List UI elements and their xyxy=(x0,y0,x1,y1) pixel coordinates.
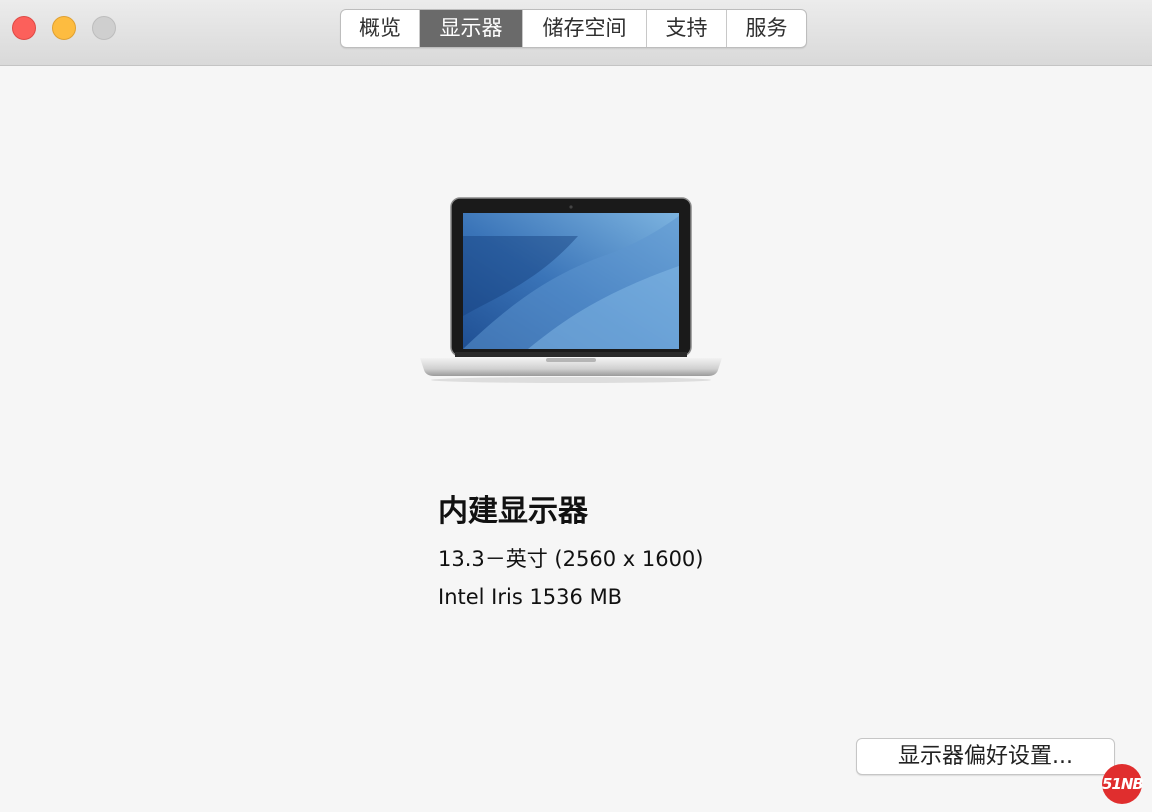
display-name: 内建显示器 xyxy=(438,494,588,529)
tab-storage[interactable]: 储存空间 xyxy=(523,10,647,47)
title-bar: 概览 显示器 储存空间 支持 服务 xyxy=(0,0,1152,66)
display-preferences-button[interactable]: 显示器偏好设置... xyxy=(856,738,1115,775)
graphics-info: Intel Iris 1536 MB xyxy=(438,585,623,609)
watermark-logo: 51NB xyxy=(1102,764,1144,804)
macbook-pro-icon xyxy=(420,197,722,383)
display-size-resolution: 13.3－英寸 (2560 x 1600) xyxy=(438,547,704,571)
tab-bar: 概览 显示器 储存空间 支持 服务 xyxy=(340,9,807,48)
about-this-mac-window: 概览 显示器 储存空间 支持 服务 内建显示器 13.3－英寸 (2560 x … xyxy=(0,0,1152,812)
tab-support[interactable]: 支持 xyxy=(647,10,727,47)
minimize-window-button[interactable] xyxy=(52,16,76,40)
zoom-window-button[interactable] xyxy=(92,16,116,40)
close-window-button[interactable] xyxy=(12,16,36,40)
tab-service[interactable]: 服务 xyxy=(727,10,806,47)
tab-overview[interactable]: 概览 xyxy=(341,10,420,47)
tab-displays[interactable]: 显示器 xyxy=(420,10,523,47)
